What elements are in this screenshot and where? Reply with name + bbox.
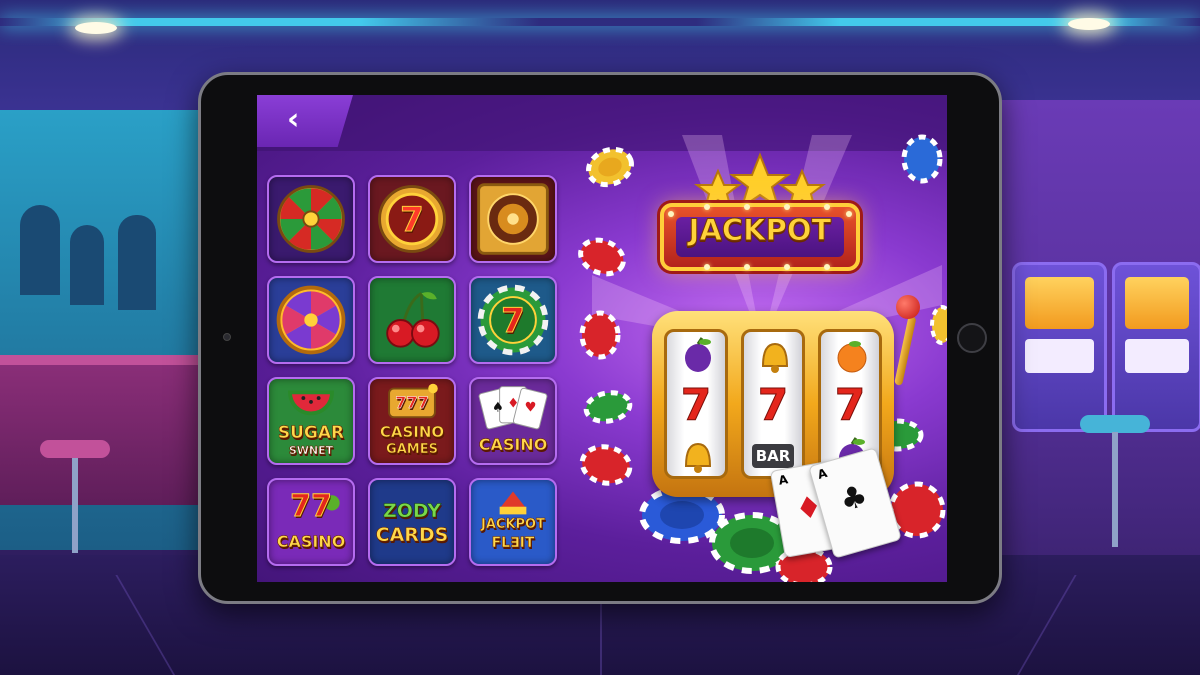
svg-text:♠: ♠: [492, 400, 504, 415]
game-tile-prize-wheel[interactable]: [267, 276, 355, 364]
reel-1: 7: [664, 329, 728, 479]
game-lobby-screen: ‹ 7 7 SUGAR SWNEТ 777 CASINO GAMES ♠ ♦ ♥…: [257, 95, 947, 582]
tile-title-line2: SWNEТ: [288, 444, 334, 457]
game-tile-roulette[interactable]: [469, 175, 557, 263]
bell-icon: [761, 342, 789, 373]
tile-title: CASINO: [478, 435, 548, 454]
reel-2: 7 BAR: [741, 329, 805, 479]
background-slot-machine: [1112, 262, 1200, 432]
bar-counter: [0, 355, 200, 505]
tablet-device: ‹ 7 7 SUGAR SWNEТ 777 CASINO GAMES ♠ ♦ ♥…: [198, 72, 1002, 604]
bell-icon: [684, 442, 712, 473]
tile-title-line1: SUGAR: [277, 423, 345, 443]
light-bulb: [744, 264, 750, 270]
tile-title-line1: CASINO: [379, 423, 445, 441]
poker-chip-icon: [586, 146, 634, 188]
plum-icon: [685, 337, 711, 372]
game-tile-cherries[interactable]: [368, 276, 456, 364]
game-tile-casino-games[interactable]: 777 CASINO GAMES: [368, 377, 456, 465]
slot-lever-knob[interactable]: [896, 295, 920, 319]
game-tile-zody-cards[interactable]: ZODY CARDS: [368, 478, 456, 566]
roulette-icon: [477, 183, 549, 255]
poker-chip-icon: [583, 390, 633, 424]
slot-screen: [1025, 277, 1094, 329]
light-bulb: [704, 264, 710, 270]
reel-seven: 7: [680, 380, 712, 431]
silhouette: [70, 225, 104, 305]
ceiling-lamp: [1068, 18, 1110, 30]
poker-chip-icon: [579, 444, 633, 486]
poker-chip-icon: [930, 305, 947, 345]
slot-reels: [1025, 339, 1094, 373]
light-bulb: [744, 204, 750, 210]
game-tile-wheel-of-fortune[interactable]: [267, 175, 355, 263]
slot-screen: [1125, 277, 1189, 329]
bar-symbol: BAR: [752, 444, 794, 468]
game-tile-sugar-sweet[interactable]: SUGAR SWNEТ: [267, 377, 355, 465]
tile-title: CASINO: [276, 532, 346, 551]
back-button[interactable]: ‹: [257, 95, 353, 147]
camera-icon: [223, 333, 231, 341]
tile-title-line1: JACKPOT: [481, 517, 546, 532]
stool-leg: [72, 458, 78, 553]
orange-icon: [837, 341, 867, 373]
light-bulb: [784, 264, 790, 270]
light-bulb: [846, 211, 852, 217]
bar-stool: [1080, 415, 1150, 433]
tile-seven-label: 7: [501, 301, 526, 341]
home-button[interactable]: [957, 323, 987, 353]
game-tile-casino-cards[interactable]: ♠ ♦ ♥ CASINO: [469, 377, 557, 465]
light-bulb: [824, 264, 830, 270]
silhouette: [118, 215, 156, 310]
jackpot-sign: JACKPOT: [660, 203, 860, 271]
club-icon: ♣: [836, 478, 872, 520]
light-bulb: [824, 204, 830, 210]
tile-title-line2: FL∃IT: [491, 535, 535, 551]
featured-jackpot-art[interactable]: JACKPOT 7 7 BAR 7 A ♦ A ♣: [572, 115, 947, 582]
silhouette: [20, 205, 60, 295]
tile-777-label: 777: [395, 393, 429, 412]
reel-seven: 7: [757, 380, 789, 431]
slot-reels: [1125, 339, 1189, 373]
light-bulb: [784, 204, 790, 210]
light-bulb: [668, 211, 674, 217]
cherries-icon: [386, 292, 440, 348]
jackpot-title: JACKPOT: [688, 213, 832, 248]
light-bulb: [704, 204, 710, 210]
background-slot-machine: [1012, 262, 1107, 432]
reel-seven: 7: [834, 380, 866, 431]
poker-chip-icon: [579, 310, 621, 360]
wheel-of-fortune-icon: [277, 185, 345, 253]
bar-stool: [40, 440, 110, 458]
game-tile-77-casino[interactable]: 77 CASINO: [267, 478, 355, 566]
stool-leg: [1112, 432, 1118, 547]
poker-chip-icon: [901, 134, 943, 184]
card-rank: A: [777, 472, 790, 488]
game-tile-seven-chip[interactable]: 7: [469, 276, 557, 364]
neon-light-strip: [0, 18, 1200, 26]
tile-title-line1: ZODY: [382, 500, 442, 522]
game-grid: 7 7 SUGAR SWNEТ 777 CASINO GAMES ♠ ♦ ♥ C…: [267, 175, 557, 570]
tile-title-line2: GAMES: [386, 442, 439, 457]
poker-chip-icon: [578, 237, 626, 277]
svg-text:♥: ♥: [524, 400, 536, 415]
svg-text:♦: ♦: [507, 397, 519, 412]
star-icon: [729, 152, 791, 210]
game-tile-jackpot-fleit[interactable]: JACKPOT FL∃IT: [469, 478, 557, 566]
game-tile-lucky-seven-roulette[interactable]: 7: [368, 175, 456, 263]
tile-77-label: 77: [290, 489, 333, 524]
tile-title-line2: CARDS: [375, 524, 449, 546]
tile-seven-label: 7: [400, 200, 425, 240]
ceiling-lamp: [75, 22, 117, 34]
card-rank: A: [815, 465, 829, 482]
prize-wheel-icon: [276, 285, 346, 355]
back-arrow-icon: ‹: [287, 102, 300, 137]
